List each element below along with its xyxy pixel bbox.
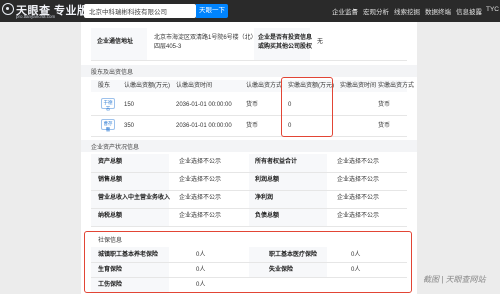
col-header-paid-date: 实缴出资时间 [340, 83, 377, 89]
highlight-box-social [84, 231, 412, 293]
label-main-revenue: 营业总收入中主营业务收入 [98, 195, 171, 201]
row-divider [91, 208, 407, 209]
subscribed-method: 货币 [246, 123, 259, 129]
value-main-revenue: 企业选择不公示 [179, 195, 222, 201]
address-value: 北京市海淀区双清路1号院6号楼（北） [154, 35, 257, 41]
subscribed-date: 2036-01-01 00:00:00 [176, 102, 232, 108]
col-header-paid-method: 实缴出资方式 [378, 83, 415, 89]
subscribed-amount: 150 [124, 102, 135, 108]
subscribed-amount: 350 [124, 123, 135, 129]
equity-value: 无 [317, 39, 324, 45]
label-total-sales: 销售总额 [98, 177, 123, 183]
value-owner-equity: 企业选择不公示 [337, 159, 380, 165]
nav-data-terminal[interactable]: 数据终端 [425, 6, 451, 16]
divider [91, 60, 407, 61]
chevron-down-icon [353, 9, 357, 11]
value-total-sales: 企业选择不公示 [179, 177, 222, 183]
brand-domain: pro.tianyancha.com [16, 14, 56, 19]
label-owner-equity: 所有者权益合计 [255, 159, 298, 165]
equity-label-line2: 或购买其他公司股权 [258, 44, 313, 50]
address-label: 企业通信地址 [97, 39, 134, 45]
label-total-tax: 纳税总额 [98, 213, 123, 219]
label-net-profit: 净利润 [255, 195, 274, 201]
search-button[interactable]: 天眼一下 [196, 4, 228, 18]
shareholder-avatar[interactable]: 曹存馨 [101, 119, 115, 132]
value-total-tax: 企业选择不公示 [179, 213, 222, 219]
row-divider [91, 190, 407, 191]
nav-tyc[interactable]: TYC [486, 6, 499, 13]
nav-macro-analysis[interactable]: 宏观分析 [363, 6, 389, 16]
row-divider [91, 172, 407, 173]
col-header-shareholder: 股东 [98, 83, 111, 89]
highlight-box-paid-capital [281, 77, 333, 137]
col-header-subscribed-date: 认缴出资时间 [176, 83, 213, 89]
value-total-assets: 企业选择不公示 [179, 159, 222, 165]
row-divider [91, 136, 407, 137]
value-total-liabilities: 企业选择不公示 [337, 213, 380, 219]
value-total-profit: 企业选择不公示 [337, 177, 380, 183]
nav-disclosure[interactable]: 信息披露 [456, 6, 482, 16]
label-total-liabilities: 负债总额 [255, 213, 280, 219]
equity-label: 企业是否有投资信息 [258, 35, 313, 41]
report-page: 企业通信地址 北京市海淀区双清路1号院6号楼（北） 四层405-3 企业是否有投… [81, 22, 417, 294]
col-header-subscribed-amount: 认缴出资额(万元) [124, 83, 170, 89]
shareholder-avatar[interactable]: 于德志 [101, 98, 115, 111]
label-total-profit: 利润总额 [255, 177, 280, 183]
row-divider [91, 115, 407, 116]
section-header-assets: 企业资产状况信息 [81, 140, 417, 152]
col-header-subscribed-method: 认缴出资方式 [246, 83, 283, 89]
address-value-line2: 四层405-3 [154, 44, 182, 50]
search-input[interactable]: 北京中科瑞彬科技有限公司 [84, 4, 196, 18]
paid-method: 货币 [378, 102, 391, 108]
eye-logo-icon [2, 3, 14, 15]
paid-method: 货币 [378, 123, 391, 129]
brand-logo[interactable]: 天眼查 专业版 pro.tianyancha.com [2, 2, 88, 20]
subscribed-date: 2036-01-01 00:00:00 [176, 123, 232, 129]
nav-enterprise-monitor[interactable]: 企业监督 [332, 6, 358, 16]
subscribed-method: 货币 [246, 102, 259, 108]
nav-lead-mining[interactable]: 线索挖掘 [394, 6, 420, 16]
row-divider [91, 226, 407, 227]
value-net-profit: 企业选择不公示 [337, 195, 380, 201]
label-total-assets: 资产总额 [98, 159, 123, 165]
top-bar: 天眼查 专业版 pro.tianyancha.com 北京中科瑞彬科技有限公司 … [0, 0, 500, 22]
section-header-investment: 股东及出资信息 [81, 65, 417, 77]
watermark: 截图 | 天眼查网站 [423, 275, 486, 284]
